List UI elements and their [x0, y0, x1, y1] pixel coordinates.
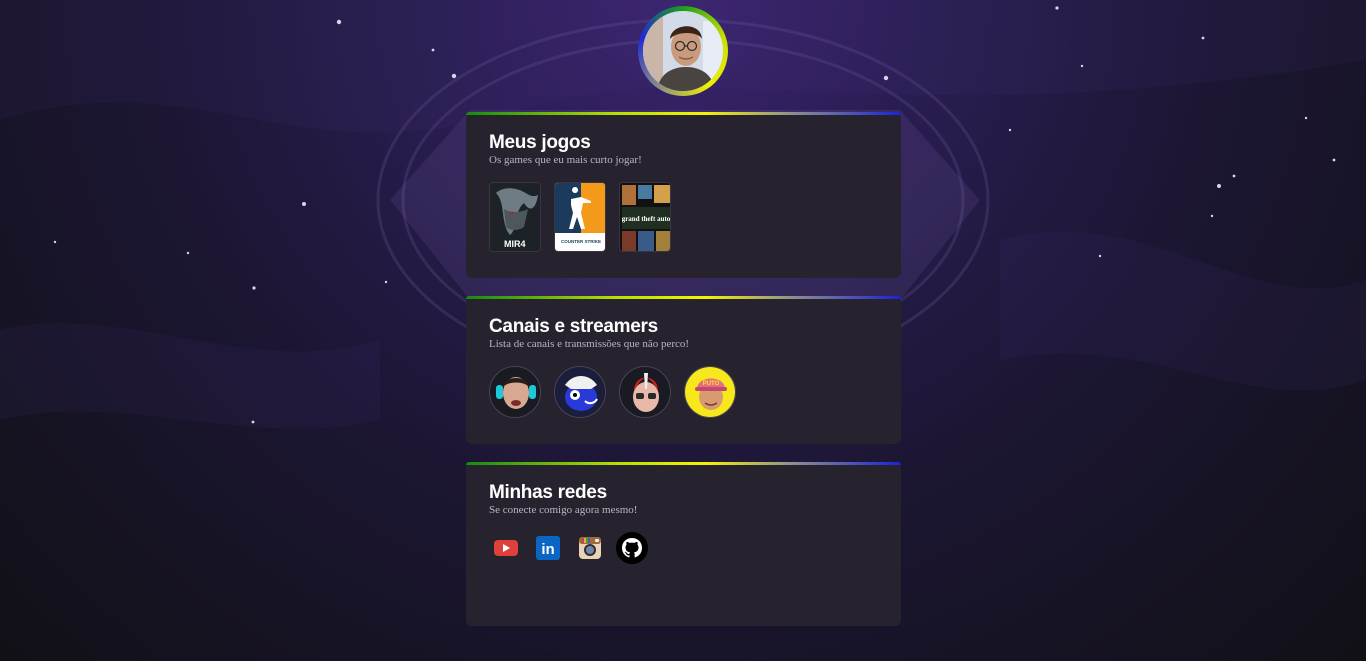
streamer-avatar-4[interactable]: PUTO: [684, 366, 736, 418]
profile-avatar: [638, 6, 728, 96]
gta-logo-text: grand theft auto: [622, 215, 671, 223]
profile-photo: [643, 11, 723, 91]
streamers-subtitle: Lista de canais e transmissões que não p…: [489, 338, 690, 350]
streamer-avatar-1[interactable]: [489, 366, 541, 418]
youtube-icon[interactable]: [489, 531, 523, 565]
streamers-card: Canais e streamers Lista de canais e tra…: [466, 296, 901, 444]
gta-v-game-cover[interactable]: grand theft auto: [619, 182, 671, 252]
mir4-game-cover[interactable]: MIR4: [489, 182, 541, 252]
streamers-list: PUTO: [489, 366, 878, 418]
streamer-avatar-2[interactable]: [554, 366, 606, 418]
linkedin-label: in: [541, 541, 554, 558]
games-card: Meus jogos Os games que eu mais curto jo…: [466, 112, 901, 278]
streamers-title: Canais e streamers: [489, 316, 658, 337]
socials-list: in: [489, 531, 878, 565]
streamer-cap-text: PUTO: [703, 381, 720, 387]
socials-title: Minhas redes: [489, 482, 607, 503]
streamer-avatar-3[interactable]: [619, 366, 671, 418]
github-icon[interactable]: [615, 531, 649, 565]
games-title: Meus jogos: [489, 132, 591, 153]
games-subtitle: Os games que eu mais curto jogar!: [489, 154, 642, 166]
socials-card: Minhas redes Se conecte comigo agora mes…: [466, 462, 901, 626]
profile-photo-icon: [643, 11, 723, 91]
instagram-icon[interactable]: [573, 531, 607, 565]
counter-strike-game-cover[interactable]: COUNTER STRIKE: [554, 182, 606, 252]
games-list: MIR4 COUNTER STRIKE grand theft auto: [489, 182, 878, 252]
linkedin-icon[interactable]: in: [531, 531, 565, 565]
counter-strike-logo-text: COUNTER STRIKE: [561, 239, 601, 244]
mir4-logo-text: MIR4: [504, 239, 526, 249]
socials-subtitle: Se conecte comigo agora mesmo!: [489, 504, 638, 516]
